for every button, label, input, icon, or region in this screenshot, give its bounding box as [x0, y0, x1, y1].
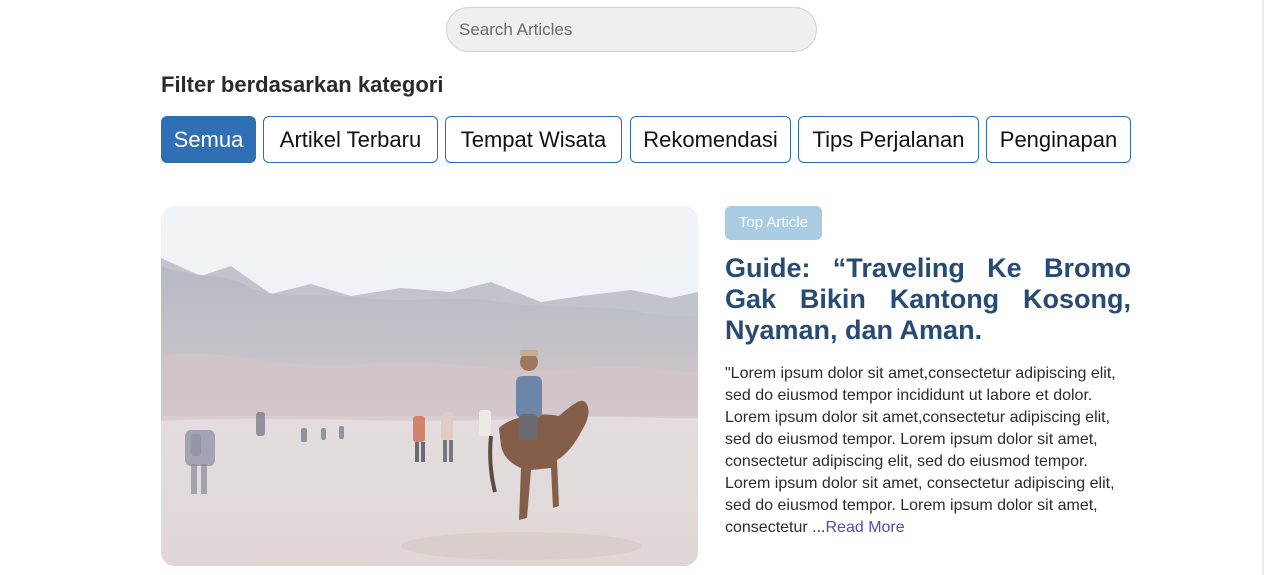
featured-article-image[interactable] — [161, 206, 698, 566]
category-chip-artikel-terbaru[interactable]: Artikel Terbaru — [263, 116, 438, 163]
category-chip-penginapan[interactable]: Penginapan — [986, 116, 1131, 163]
search-input[interactable] — [446, 7, 817, 52]
featured-article-title[interactable]: Guide: “Traveling Ke Bromo Gak Bikin Kan… — [725, 253, 1131, 346]
filter-heading: Filter berdasarkan kategori — [161, 72, 444, 97]
category-chip-tempat-wisata[interactable]: Tempat Wisata — [445, 116, 622, 163]
category-chip-semua[interactable]: Semua — [161, 116, 256, 163]
top-article-badge: Top Article — [725, 206, 822, 240]
category-chip-rekomendasi[interactable]: Rekomendasi — [630, 116, 791, 163]
category-filter-bar: Semua Artikel Terbaru Tempat Wisata Reko… — [161, 116, 1137, 163]
category-chip-tips-perjalanan[interactable]: Tips Perjalanan — [798, 116, 979, 163]
featured-article-excerpt: "Lorem ipsum dolor sit amet,consectetur … — [725, 363, 1131, 539]
read-more-link[interactable]: Read More — [826, 519, 905, 536]
page: Filter berdasarkan kategori Semua Artike… — [0, 0, 1264, 575]
excerpt-text: "Lorem ipsum dolor sit amet,consectetur … — [725, 365, 1116, 536]
